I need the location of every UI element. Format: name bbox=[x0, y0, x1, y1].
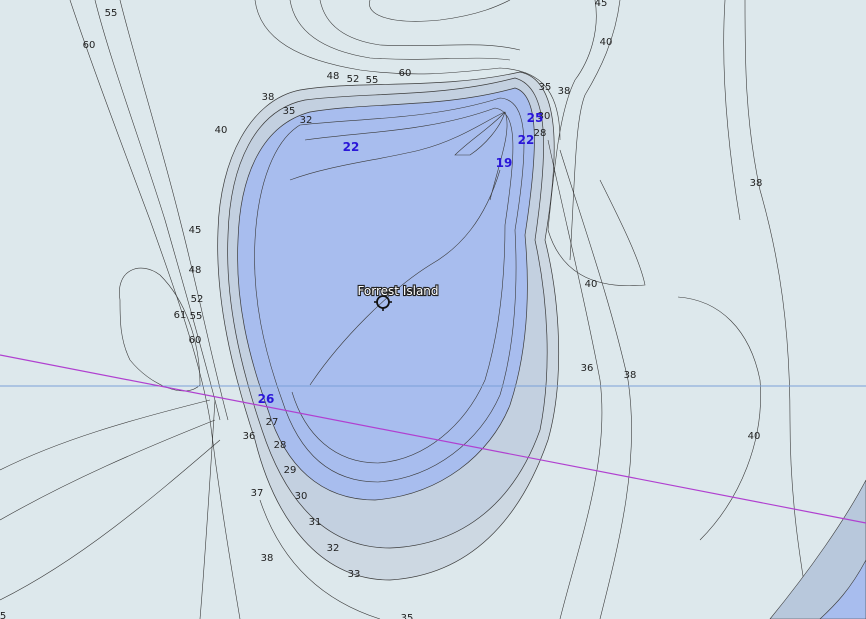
depth-label: 61 bbox=[174, 310, 187, 321]
depth-label: 29 bbox=[284, 465, 297, 476]
depth-label: 32 bbox=[327, 543, 340, 554]
depth-label: 45 bbox=[189, 225, 202, 236]
depth-label: 40 bbox=[600, 37, 613, 48]
depth-label: 22 bbox=[518, 133, 535, 147]
depth-label: 33 bbox=[348, 569, 361, 580]
depth-label-layer: 55 60 45 40 48 52 55 60 35 38 38 35 32 30 28 40 38 45 48 40… bbox=[0, 0, 763, 619]
depth-label: 28 bbox=[534, 128, 547, 139]
depth-label: 36 bbox=[243, 431, 256, 442]
depth-label: 40 bbox=[748, 431, 761, 442]
depth-label: 38 bbox=[262, 92, 275, 103]
depth-label: 38 bbox=[624, 370, 637, 381]
depth-label: 26 bbox=[258, 392, 275, 406]
depth-chart-map[interactable]: Forrest Island 55 60 45 40 48 52 55 60 35 38 38 35 3… bbox=[0, 0, 866, 619]
depth-label: 40 bbox=[585, 279, 598, 290]
depth-label: 52 bbox=[191, 294, 204, 305]
depth-label: 37 bbox=[251, 488, 264, 499]
depth-label: 35 bbox=[283, 106, 296, 117]
depth-label: 28 bbox=[274, 440, 287, 451]
depth-label: 55 bbox=[105, 8, 118, 19]
depth-label: 55 bbox=[366, 75, 379, 86]
depth-label: 48 bbox=[327, 71, 340, 82]
depth-label: 19 bbox=[496, 156, 513, 170]
depth-label: 55 bbox=[190, 311, 203, 322]
depth-label: 38 bbox=[558, 86, 571, 97]
depth-label: 60 bbox=[189, 335, 202, 346]
depth-label: 45 bbox=[595, 0, 608, 9]
depth-label: 52 bbox=[347, 74, 360, 85]
depth-label: 38 bbox=[750, 178, 763, 189]
depth-label: 40 bbox=[215, 125, 228, 136]
depth-label: 35 bbox=[539, 82, 552, 93]
depth-label: 31 bbox=[309, 517, 322, 528]
depth-label: 32 bbox=[300, 115, 313, 126]
depth-label: 5 bbox=[0, 611, 6, 619]
depth-label: 25 bbox=[527, 111, 544, 125]
depth-label: 38 bbox=[261, 553, 274, 564]
depth-label: 35 bbox=[401, 613, 414, 619]
depth-label: 22 bbox=[343, 140, 360, 154]
depth-label: 60 bbox=[399, 68, 412, 79]
depth-label: 36 bbox=[581, 363, 594, 374]
depth-label: 48 bbox=[189, 265, 202, 276]
depth-label: 27 bbox=[266, 417, 279, 428]
depth-label: 30 bbox=[295, 491, 308, 502]
depth-label: 60 bbox=[83, 40, 96, 51]
